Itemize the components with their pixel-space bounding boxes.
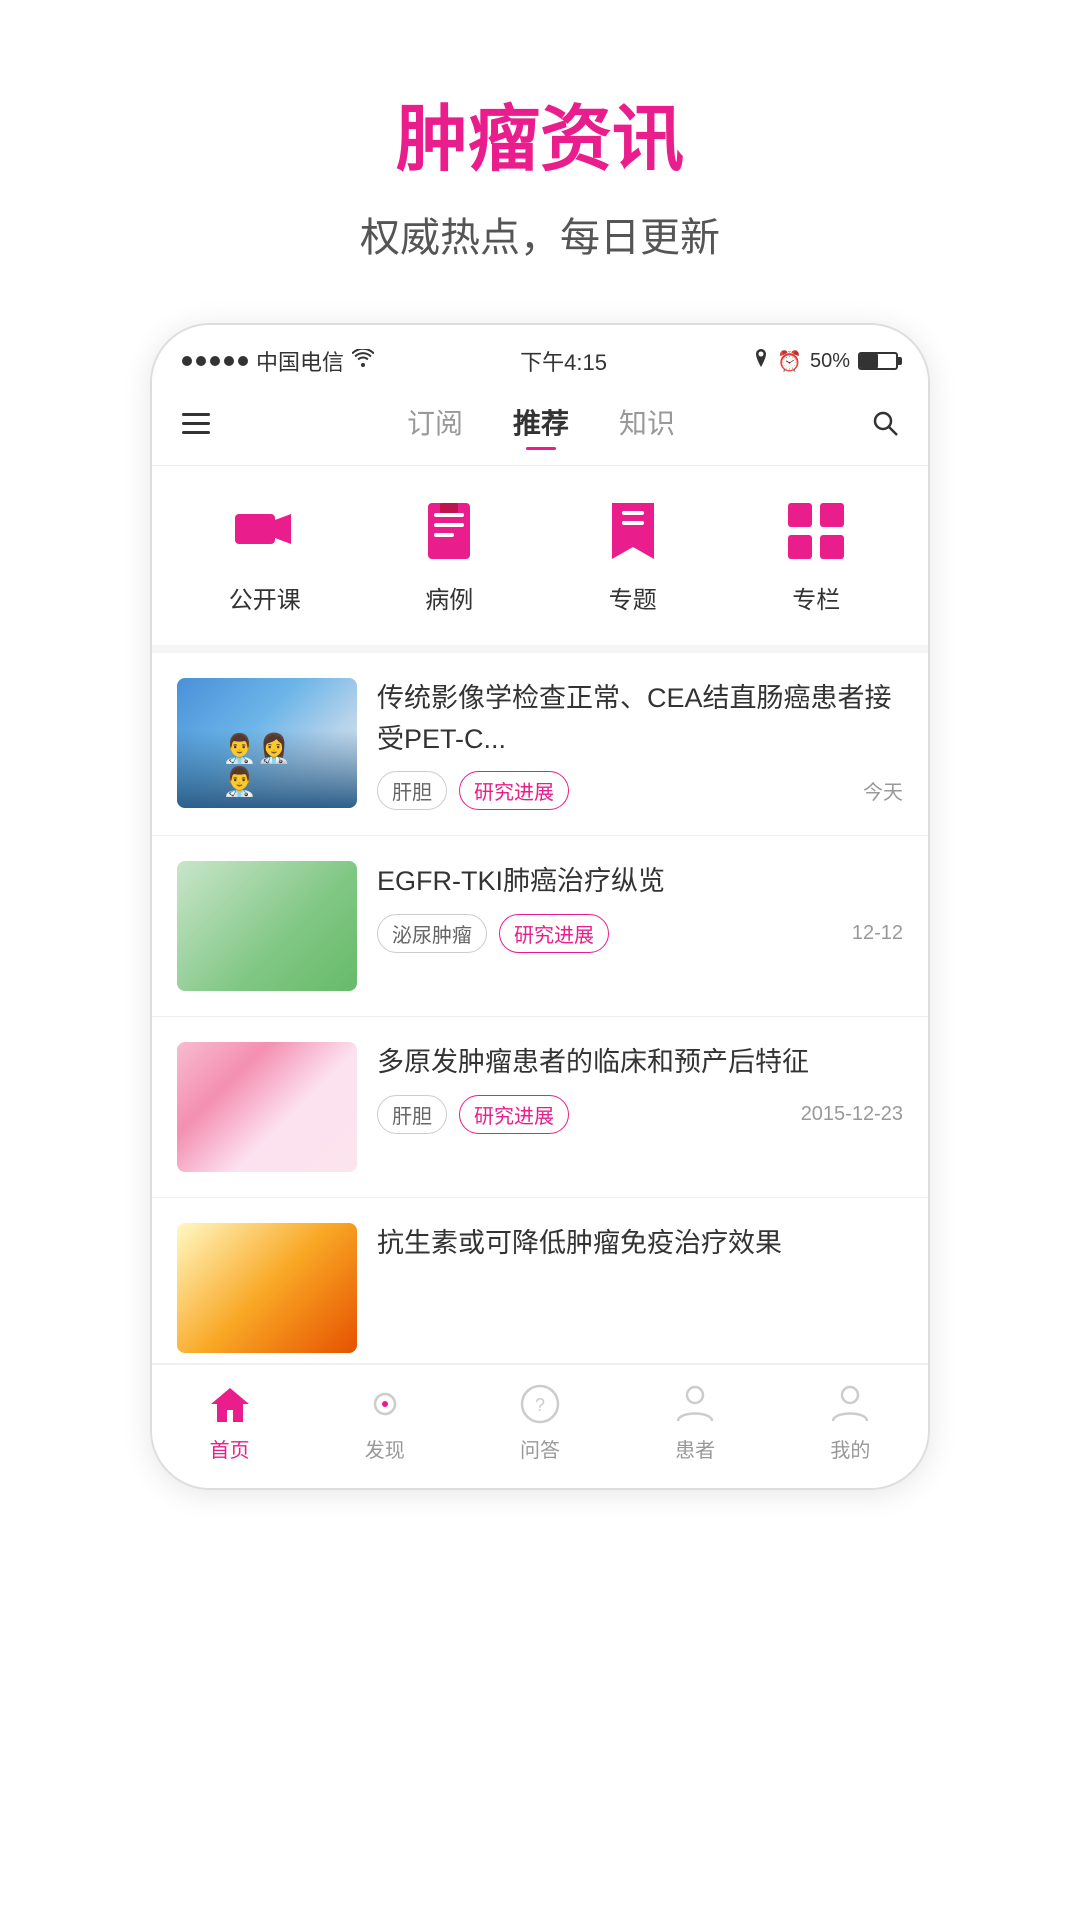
alarm-icon: ⏰ — [777, 349, 802, 374]
page-subtitle: 权威热点，每日更新 — [360, 205, 720, 263]
tab-recommend[interactable]: 推荐 — [513, 402, 569, 450]
news-item-2[interactable]: EGFR-TKI肺癌治疗纵览 泌尿肿瘤 研究进展 12-12 — [152, 836, 928, 1017]
news-content-3: 多原发肿瘤患者的临床和预产后特征 肝胆 研究进展 2015-12-23 — [377, 1042, 903, 1134]
bottom-nav: 首页 发现 ? 问答 — [152, 1364, 928, 1488]
signal-dot-2 — [196, 356, 206, 366]
tag-research: 研究进展 — [459, 771, 569, 810]
bottom-nav-home[interactable]: 首页 — [206, 1380, 254, 1463]
patient-label: 患者 — [675, 1434, 715, 1463]
signal-dot-4 — [224, 356, 234, 366]
tag-research-3: 研究进展 — [459, 1095, 569, 1134]
home-icon — [206, 1380, 254, 1428]
menu-button[interactable] — [182, 411, 210, 442]
battery-percent: 50% — [810, 350, 850, 373]
tab-subscribe[interactable]: 订阅 — [407, 402, 463, 450]
tag-research-2: 研究进展 — [499, 914, 609, 953]
tab-knowledge[interactable]: 知识 — [619, 402, 675, 450]
news-title-3: 多原发肿瘤患者的临床和预产后特征 — [377, 1042, 903, 1083]
news-item-1[interactable]: 传统影像学检查正常、CEA结直肠癌患者接受PET-C... 肝胆 研究进展 今天 — [152, 653, 928, 836]
news-meta-3: 肝胆 研究进展 2015-12-23 — [377, 1095, 903, 1134]
page-header: 肿瘤资讯 权威热点，每日更新 — [360, 0, 720, 303]
news-content-4: 抗生素或可降低肿瘤免疫治疗效果 — [377, 1223, 903, 1264]
news-meta-1: 肝胆 研究进展 今天 — [377, 771, 903, 810]
qa-label: 问答 — [520, 1434, 560, 1463]
search-button[interactable] — [872, 410, 898, 443]
document-icon — [414, 496, 484, 566]
tag-urology: 泌尿肿瘤 — [377, 914, 487, 953]
video-camera-icon — [230, 496, 300, 566]
bottom-nav-patient[interactable]: 患者 — [671, 1380, 719, 1463]
patient-icon — [671, 1380, 719, 1428]
news-title-4: 抗生素或可降低肿瘤免疫治疗效果 — [377, 1223, 903, 1264]
status-right: ⏰ 50% — [753, 349, 898, 374]
news-item-4[interactable]: 抗生素或可降低肿瘤免疫治疗效果 — [152, 1198, 928, 1364]
news-image-1 — [177, 678, 357, 808]
status-bar: 中国电信 下午4:15 ⏰ 50% — [152, 325, 928, 387]
news-title-1: 传统影像学检查正常、CEA结直肠癌患者接受PET-C... — [377, 678, 903, 759]
tag-liver-3: 肝胆 — [377, 1095, 447, 1134]
discover-label: 发现 — [365, 1434, 405, 1463]
category-column[interactable]: 专栏 — [781, 496, 851, 615]
signal-dot-5 — [238, 356, 248, 366]
news-date-3: 2015-12-23 — [801, 1103, 903, 1126]
qa-icon: ? — [516, 1380, 564, 1428]
signal-dot-1 — [182, 356, 192, 366]
status-time: 下午4:15 — [520, 345, 607, 377]
news-list: 传统影像学检查正常、CEA结直肠癌患者接受PET-C... 肝胆 研究进展 今天… — [152, 653, 928, 1364]
mine-icon — [826, 1380, 874, 1428]
category-open-class[interactable]: 公开课 — [229, 496, 301, 615]
news-item-3[interactable]: 多原发肿瘤患者的临床和预产后特征 肝胆 研究进展 2015-12-23 — [152, 1017, 928, 1198]
nav-tabs: 订阅 推荐 知识 — [152, 387, 928, 466]
category-open-class-label: 公开课 — [229, 580, 301, 615]
bottom-nav-mine[interactable]: 我的 — [826, 1380, 874, 1463]
discover-icon — [361, 1380, 409, 1428]
tag-liver: 肝胆 — [377, 771, 447, 810]
battery-fill — [860, 354, 878, 368]
category-topic[interactable]: 专题 — [598, 496, 668, 615]
carrier-label: 中国电信 — [256, 345, 344, 377]
bookmark-icon — [598, 496, 668, 566]
tabs-center: 订阅 推荐 知识 — [407, 402, 675, 450]
news-image-3 — [177, 1042, 357, 1172]
news-title-2: EGFR-TKI肺癌治疗纵览 — [377, 861, 903, 902]
category-topic-label: 专题 — [609, 580, 657, 615]
bottom-nav-qa[interactable]: ? 问答 — [516, 1380, 564, 1463]
category-case[interactable]: 病例 — [414, 496, 484, 615]
news-meta-2: 泌尿肿瘤 研究进展 12-12 — [377, 914, 903, 953]
location-icon — [753, 349, 769, 373]
news-content-2: EGFR-TKI肺癌治疗纵览 泌尿肿瘤 研究进展 12-12 — [377, 861, 903, 953]
news-image-4 — [177, 1223, 357, 1353]
phone-frame: 中国电信 下午4:15 ⏰ 50% — [150, 323, 930, 1490]
signal-dot-3 — [210, 356, 220, 366]
grid-icon — [781, 496, 851, 566]
news-image-2 — [177, 861, 357, 991]
news-date-2: 12-12 — [852, 922, 903, 945]
home-label: 首页 — [210, 1434, 250, 1463]
status-left: 中国电信 — [182, 345, 374, 377]
categories: 公开课 病例 — [152, 466, 928, 653]
news-content-1: 传统影像学检查正常、CEA结直肠癌患者接受PET-C... 肝胆 研究进展 今天 — [377, 678, 903, 810]
svg-text:?: ? — [535, 1395, 545, 1415]
category-case-label: 病例 — [425, 580, 473, 615]
bottom-nav-discover[interactable]: 发现 — [361, 1380, 409, 1463]
wifi-icon — [352, 349, 374, 373]
signal-dots — [182, 356, 248, 366]
battery-icon — [858, 352, 898, 370]
news-date-1: 今天 — [863, 776, 903, 805]
page-title: 肿瘤资讯 — [360, 80, 720, 185]
category-column-label: 专栏 — [792, 580, 840, 615]
mine-label: 我的 — [830, 1434, 870, 1463]
